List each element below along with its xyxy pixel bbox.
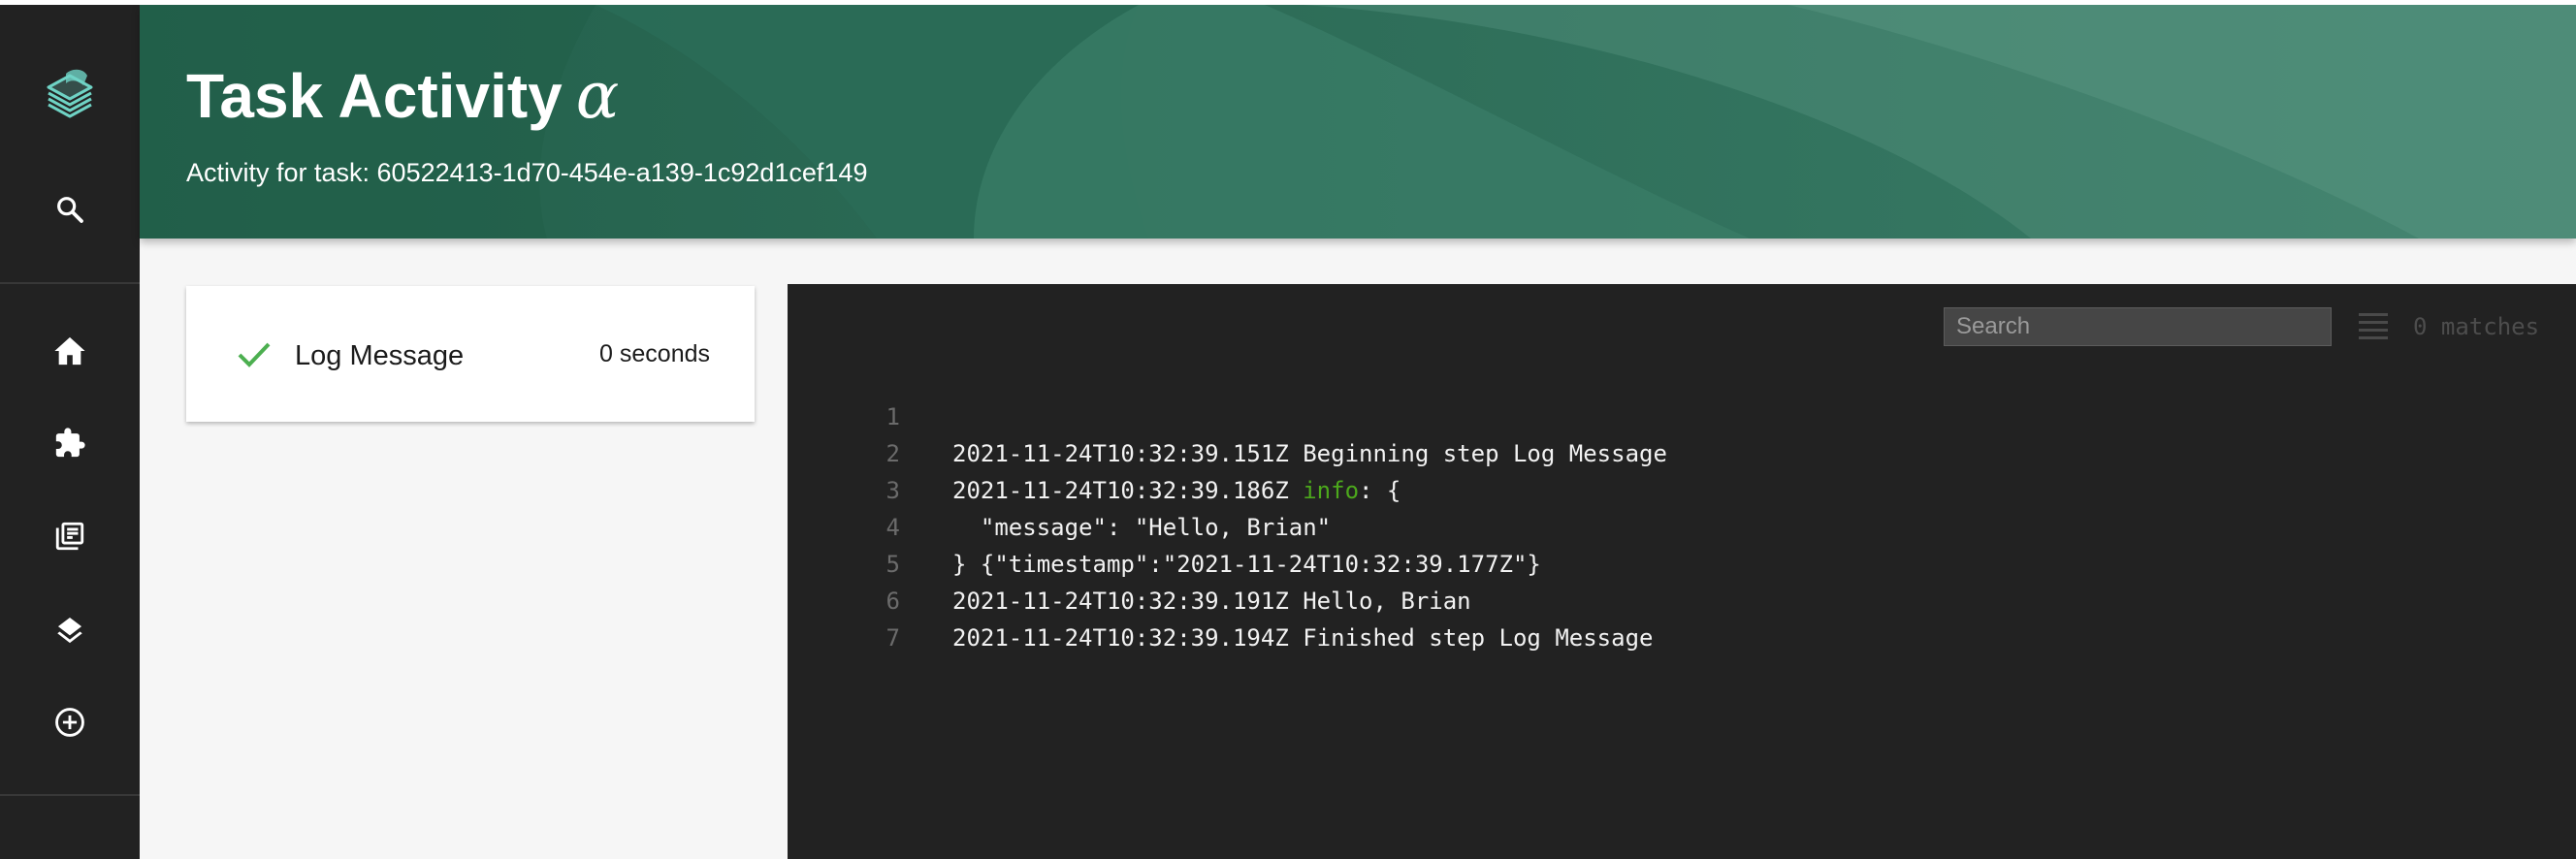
sidebar: [0, 5, 140, 859]
log-search-input[interactable]: [1944, 307, 2332, 346]
page-title: Task Activity α: [186, 58, 619, 133]
alpha-badge: α: [575, 58, 620, 133]
step-name: Log Message: [295, 340, 465, 371]
filter-lines-icon[interactable]: [2357, 307, 2390, 346]
page-header: Task Activity α Activity for task: 605224…: [140, 5, 2576, 239]
add-circle-icon[interactable]: [39, 691, 101, 753]
log-line: 7: [788, 583, 2576, 652]
check-icon: [238, 342, 271, 367]
library-icon[interactable]: [39, 505, 101, 567]
log-line: 5 2021-11-24T10:32:39.191Z Hello, Brian: [788, 509, 2576, 615]
logo-icon[interactable]: [39, 62, 101, 124]
search-icon[interactable]: [39, 178, 101, 240]
sidebar-divider: [0, 282, 140, 284]
log-viewer: 0 matches 1 2021-11-24T10:32:39.151Z Beg…: [788, 284, 2576, 859]
page-subtitle: Activity for task: 60522413-1d70-454e-a1…: [186, 158, 868, 187]
line-number: 7: [886, 624, 900, 652]
log-line: 6 2021-11-24T10:32:39.194Z Finished step…: [788, 546, 2576, 652]
log-line: 2 2021-11-24T10:32:39.186Z info: {: [788, 398, 2576, 504]
step-card-log-message[interactable]: Log Message 0 seconds: [186, 286, 755, 422]
home-icon[interactable]: [39, 320, 101, 382]
page-title-text: Task Activity: [186, 61, 563, 131]
search-matches-count: 0 matches: [2413, 313, 2540, 340]
log-line: 1 2021-11-24T10:32:39.151Z Beginning ste…: [788, 362, 2576, 467]
log-line: 3 "message": "Hello, Brian": [788, 435, 2576, 541]
log-lines: 1 2021-11-24T10:32:39.151Z Beginning ste…: [788, 362, 2576, 652]
sidebar-divider-bottom: [0, 794, 140, 796]
puzzle-icon[interactable]: [39, 412, 101, 474]
step-duration: 0 seconds: [599, 340, 710, 367]
app-frame: Task Activity α Activity for task: 605224…: [0, 5, 2576, 859]
line-text: 2021-11-24T10:32:39.194Z Finished step L…: [952, 624, 1654, 652]
log-line: 4 } {"timestamp":"2021-11-24T10:32:39.17…: [788, 472, 2576, 578]
layers-icon[interactable]: [39, 598, 101, 660]
